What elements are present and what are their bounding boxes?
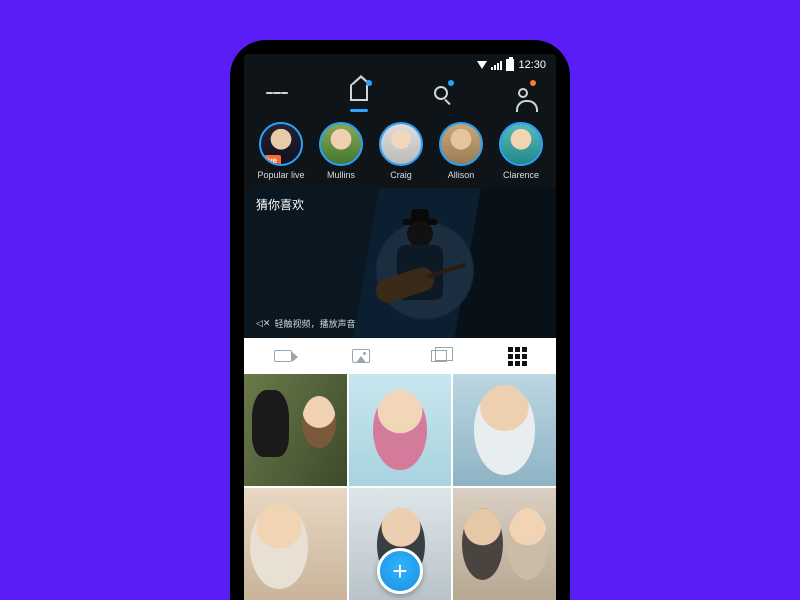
grid-cell[interactable]: [453, 488, 556, 600]
story-label: Craig: [390, 170, 412, 180]
status-bar: 12:30: [244, 54, 556, 76]
sound-hint: ◁✕ 轻触视频，播放声音: [256, 317, 355, 330]
signal-icon: [491, 61, 502, 70]
top-nav: [244, 76, 556, 112]
story-label: Allison: [448, 170, 475, 180]
tab-video[interactable]: [272, 345, 294, 367]
story-clarence[interactable]: Clarence: [496, 122, 546, 180]
story-label: Clarence: [503, 170, 539, 180]
stack-icon: [431, 350, 447, 362]
grid-cell[interactable]: [244, 374, 347, 486]
hero-illustration: [363, 215, 483, 335]
story-popular-live[interactable]: Live Popular live: [256, 122, 306, 180]
grid-cell[interactable]: [349, 374, 452, 486]
stories-row: Live Popular live Mullins Craig Allison …: [244, 112, 556, 188]
photo-icon: [352, 349, 370, 363]
content-tabs: [244, 338, 556, 374]
tab-photo[interactable]: [350, 345, 372, 367]
plus-icon: +: [392, 556, 407, 587]
profile-icon[interactable]: [512, 82, 534, 104]
search-icon[interactable]: [430, 82, 452, 104]
grid-icon: [508, 347, 527, 366]
video-icon: [274, 350, 292, 362]
story-allison[interactable]: Allison: [436, 122, 486, 180]
tab-grid[interactable]: [506, 345, 528, 367]
speaker-icon: ◁✕: [256, 318, 270, 329]
story-label: Popular live: [257, 170, 304, 180]
screen: 12:30 Live Popular live Mullins: [244, 54, 556, 600]
battery-icon: [506, 59, 514, 71]
menu-icon[interactable]: [266, 82, 288, 104]
story-mullins[interactable]: Mullins: [316, 122, 366, 180]
grid-cell[interactable]: [453, 374, 556, 486]
wifi-icon: [477, 61, 487, 69]
story-craig[interactable]: Craig: [376, 122, 426, 180]
phone-frame: 12:30 Live Popular live Mullins: [230, 40, 570, 600]
live-badge: Live: [259, 155, 281, 166]
hero-video[interactable]: 猜你喜欢 ◁✕ 轻触视频，播放声音: [244, 188, 556, 338]
clock: 12:30: [518, 59, 546, 71]
tab-stack[interactable]: [428, 345, 450, 367]
hero-title: 猜你喜欢: [256, 196, 304, 213]
story-label: Mullins: [327, 170, 355, 180]
home-icon[interactable]: [348, 82, 370, 104]
grid-cell[interactable]: [244, 488, 347, 600]
add-button[interactable]: +: [377, 548, 423, 594]
